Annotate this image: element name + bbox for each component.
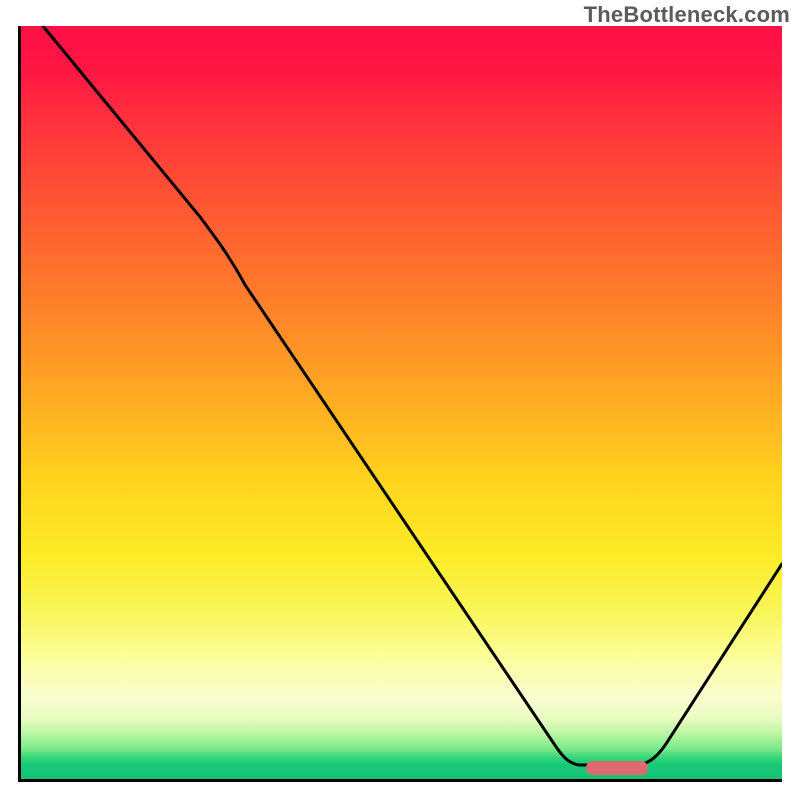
optimal-range-marker	[586, 761, 648, 775]
watermark-text: TheBottleneck.com	[584, 2, 790, 28]
chart-container: TheBottleneck.com	[0, 0, 800, 800]
bottleneck-curve	[21, 26, 782, 779]
curve-path	[43, 26, 782, 765]
plot-area	[18, 26, 782, 782]
